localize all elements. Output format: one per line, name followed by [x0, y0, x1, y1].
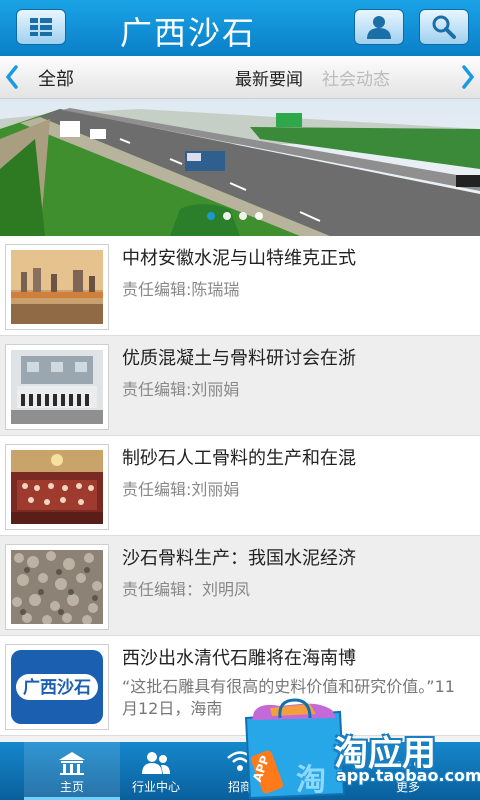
- grid-menu-icon: [30, 18, 52, 36]
- people-icon: [142, 752, 170, 774]
- article-title: 制砂石人工骨料的生产和在混: [122, 448, 356, 469]
- article-editor: 责任编辑:刘丽娟: [122, 480, 240, 499]
- article-thumbnail: [5, 444, 109, 530]
- list-item[interactable]: 优质混凝土与骨料研讨会在浙 责任编辑:刘丽娟: [0, 336, 480, 436]
- article-title: 优质混凝土与骨料研讨会在浙: [122, 348, 356, 369]
- category-all[interactable]: 全部: [38, 65, 74, 91]
- article-thumbnail: [5, 344, 109, 430]
- slide-dot[interactable]: [239, 212, 247, 220]
- tab-latest-news[interactable]: 最新要闻: [235, 65, 303, 90]
- svg-text:广西沙石: 广西沙石: [23, 677, 91, 698]
- tab-social-news[interactable]: 社会动态: [322, 65, 390, 90]
- svg-text:淘: 淘: [296, 763, 326, 798]
- search-button[interactable]: [419, 9, 469, 45]
- list-item[interactable]: 沙石骨料生产：我国水泥经济 责任编辑：刘明凤: [0, 536, 480, 636]
- guangxi-shashi-logo: 广西沙石: [11, 650, 103, 724]
- article-thumbnail: [5, 244, 109, 330]
- article-list: 中材安徽水泥与山特维克正式 责任编辑:陈瑞瑞 优质混凝土与骨料研讨会在浙 责任编…: [0, 236, 480, 736]
- home-icon: [59, 752, 85, 775]
- chevron-left-icon[interactable]: [5, 64, 19, 90]
- article-title: 中材安徽水泥与山特维克正式: [122, 248, 356, 269]
- banner-dots: [207, 212, 263, 220]
- nav-home[interactable]: 主页: [24, 742, 120, 800]
- article-editor: 责任编辑:陈瑞瑞: [122, 280, 240, 299]
- page-title: 广西沙石: [120, 14, 257, 52]
- watermark-url: app.taobao.com: [336, 766, 480, 785]
- article-thumbnail: [5, 544, 109, 630]
- chevron-right-icon[interactable]: [461, 64, 475, 90]
- category-bar: 全部 最新要闻 社会动态: [0, 56, 480, 99]
- article-editor: 责任编辑：刘明凤: [122, 580, 251, 599]
- nav-home-label: 主页: [59, 780, 84, 794]
- nav-industry-center[interactable]: 行业中心: [108, 742, 204, 800]
- search-icon: [432, 15, 456, 39]
- article-thumbnail: 广西沙石: [5, 644, 109, 730]
- slide-dot[interactable]: [207, 212, 215, 220]
- slide-dot[interactable]: [255, 212, 263, 220]
- menu-button[interactable]: [16, 9, 66, 45]
- slide-dot[interactable]: [223, 212, 231, 220]
- nav-industry-label: 行业中心: [131, 780, 180, 794]
- article-editor: 责任编辑:刘丽娟: [122, 380, 240, 399]
- article-title: 西沙出水清代石雕将在海南博: [122, 648, 356, 669]
- app-header: 广西沙石: [0, 0, 480, 56]
- list-item[interactable]: 制砂石人工骨料的生产和在混 责任编辑:刘丽娟: [0, 436, 480, 536]
- article-title: 沙石骨料生产：我国水泥经济: [122, 548, 356, 569]
- user-button[interactable]: [354, 9, 404, 45]
- user-icon: [367, 16, 391, 39]
- list-item[interactable]: 中材安徽水泥与山特维克正式 责任编辑:陈瑞瑞: [0, 236, 480, 336]
